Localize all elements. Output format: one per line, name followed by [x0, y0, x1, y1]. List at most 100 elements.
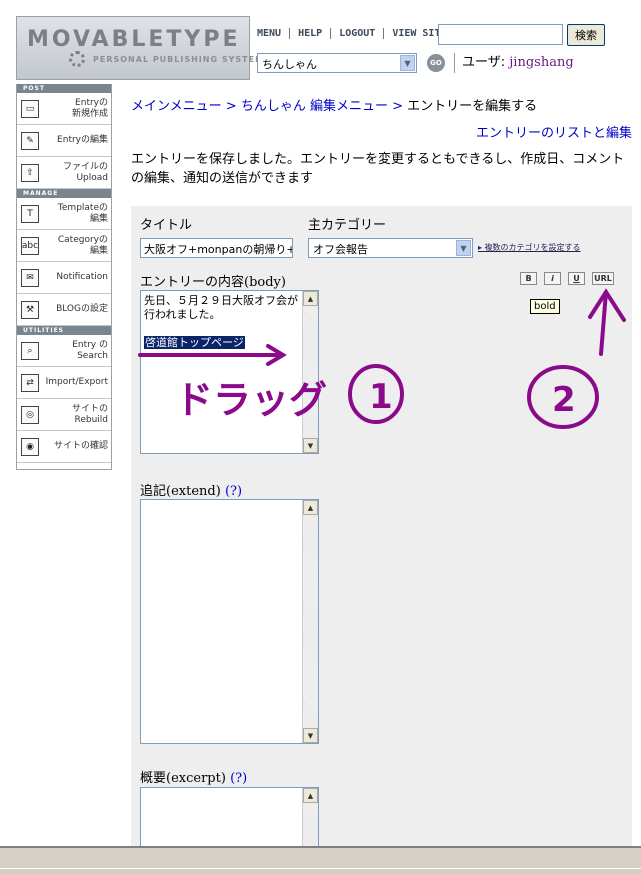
scroll-down-icon[interactable]: ▼	[303, 728, 318, 743]
sidebar-item-blog-settings[interactable]: ⚒ BLOGの設定	[17, 294, 111, 326]
excerpt-help-link[interactable]: (?)	[230, 771, 247, 786]
underline-button[interactable]: U	[568, 272, 585, 285]
upload-icon: ⇧	[21, 163, 39, 182]
sidebar-item-label: Notification	[56, 272, 108, 282]
url-button[interactable]: URL	[592, 272, 614, 285]
category-select[interactable]: オフ会報告 ▼	[308, 238, 473, 258]
breadcrumb-current: エントリーを編集する	[407, 99, 538, 114]
excerpt-label: 概要(excerpt) (?)	[140, 767, 247, 786]
sidebar-item-upload[interactable]: ⇧ ファイルの Upload	[17, 157, 111, 189]
sidebar-item-import-export[interactable]: ⇄ Import/Export	[17, 367, 111, 399]
logo-text: MOVABLETYPE	[27, 27, 241, 52]
excerpt-textarea[interactable]: ▲	[140, 787, 319, 851]
nav-menu[interactable]: MENU	[257, 27, 291, 39]
edit-panel: タイトル 大阪オフ+monpanの朝帰り+ 主カテゴリー オフ会報告 ▼ ▸ 複…	[131, 206, 632, 851]
extended-help-link[interactable]: (?)	[225, 484, 242, 499]
breadcrumb-separator: >	[392, 99, 403, 114]
nav-help[interactable]: HELP	[290, 27, 332, 39]
sidebar-item-view-site[interactable]: ◉ サイトの確認	[17, 431, 111, 463]
bold-tooltip: bold	[530, 299, 560, 314]
body-scrollbar[interactable]: ▲ ▼	[302, 291, 318, 453]
mail-icon: ✉	[21, 268, 39, 287]
user-label: ユーザ:	[462, 55, 506, 70]
breadcrumb-separator: >	[225, 99, 237, 114]
logo-tagline: PERSONAL PUBLISHING SYSTEM	[93, 55, 265, 64]
body-selection-line: 啓道館トップページ	[144, 336, 300, 350]
excerpt-scrollbar[interactable]: ▲	[302, 788, 318, 851]
italic-button[interactable]: i	[544, 272, 561, 285]
new-entry-icon: ▭	[21, 99, 39, 118]
breadcrumb: メインメニュー > ちんしゃん 編集メニュー > エントリーを編集する	[131, 95, 537, 114]
chevron-down-icon[interactable]: ▼	[456, 240, 471, 256]
user-info: ユーザ: jingshang	[454, 53, 574, 73]
bold-button[interactable]: B	[520, 272, 537, 285]
sidebar-item-label: サイトの確認	[53, 441, 108, 451]
scroll-up-icon[interactable]: ▲	[303, 788, 318, 803]
user-name[interactable]: jingshang	[509, 55, 573, 70]
view-site-icon: ◉	[21, 437, 39, 456]
status-bar	[0, 846, 641, 874]
movabletype-logo: MOVABLETYPE PERSONAL PUBLISHING SYSTEM	[16, 16, 263, 80]
scroll-down-icon[interactable]: ▼	[303, 438, 318, 453]
search-button[interactable]: 検索	[567, 24, 605, 46]
top-navigation: MENU HELP LOGOUT VIEW SITE	[257, 25, 455, 41]
sidebar: POST ▭ Entryの 新規作成 ✎ Entryの編集 ⇧ ファイルの Up…	[16, 84, 112, 470]
sidebar-item-rebuild[interactable]: ◎ サイトの Rebuild	[17, 399, 111, 431]
search-icon: ⌕	[21, 341, 39, 360]
body-paragraph: 先日、５月２９日大阪オフ会が行われました。	[144, 294, 298, 321]
scroll-up-icon[interactable]: ▲	[303, 291, 318, 306]
scroll-up-icon[interactable]: ▲	[303, 500, 318, 515]
sidebar-item-label: サイトの Rebuild	[71, 403, 108, 425]
body-selected-text: 啓道館トップページ	[144, 336, 245, 349]
gear-icon	[69, 51, 85, 67]
breadcrumb-main-menu[interactable]: メインメニュー	[131, 99, 222, 114]
sidebar-item-label: Entryの 新規作成	[71, 97, 108, 119]
sidebar-item-template[interactable]: T Templateの 編集	[17, 198, 111, 230]
body-textarea[interactable]: 先日、５月２９日大阪オフ会が行われました。 啓道館トップページ ▲ ▼	[140, 290, 319, 454]
breadcrumb-blog-menu[interactable]: ちんしゃん 編集メニュー	[241, 99, 388, 114]
category-label: 主カテゴリー	[308, 218, 387, 233]
extended-label: 追記(extend) (?)	[140, 480, 242, 499]
sidebar-item-search[interactable]: ⌕ Entry の Search	[17, 335, 111, 367]
multi-category-link-label: 複数のカテゴリを設定する	[484, 243, 581, 252]
entry-list-link[interactable]: エントリーのリストと編集	[476, 122, 632, 141]
sidebar-item-new-entry[interactable]: ▭ Entryの 新規作成	[17, 93, 111, 125]
category-icon: abc	[21, 236, 39, 255]
excerpt-label-en: (excerpt)	[166, 771, 226, 786]
excerpt-label-ja: 概要	[140, 771, 167, 786]
category-select-value: オフ会報告	[313, 243, 368, 256]
sidebar-item-label: Import/Export	[45, 377, 108, 387]
search-input[interactable]	[438, 24, 563, 45]
blog-select[interactable]: ちんしゃん ▼	[257, 53, 417, 73]
sidebar-item-label: Entryの編集	[57, 135, 108, 145]
multi-category-link[interactable]: ▸ 複数のカテゴリを設定する	[478, 242, 581, 253]
sidebar-section-post: POST	[17, 84, 111, 93]
extended-label-en: (extend)	[166, 484, 221, 499]
sidebar-item-notification[interactable]: ✉ Notification	[17, 262, 111, 294]
sidebar-item-edit-entry[interactable]: ✎ Entryの編集	[17, 125, 111, 157]
extended-textarea[interactable]: ▲ ▼	[140, 499, 319, 744]
sidebar-item-label: Categoryの 編集	[57, 234, 108, 256]
go-button[interactable]: GO	[427, 54, 445, 72]
chevron-down-icon[interactable]: ▼	[400, 55, 415, 71]
title-input[interactable]: 大阪オフ+monpanの朝帰り+	[140, 238, 293, 258]
import-export-icon: ⇄	[21, 373, 39, 392]
body-label-ja: エントリーの内容	[140, 275, 245, 290]
nav-logout[interactable]: LOGOUT	[331, 27, 385, 39]
blog-select-value: ちんしゃん	[262, 58, 317, 71]
sidebar-section-manage: MANAGE	[17, 189, 111, 198]
body-text: 先日、５月２９日大阪オフ会が行われました。 啓道館トップページ	[144, 294, 300, 350]
status-message: エントリーを保存しました。エントリーを変更するともできるし、作成日、コメントの編…	[131, 152, 625, 186]
edit-entry-icon: ✎	[21, 131, 39, 150]
template-icon: T	[21, 204, 39, 223]
sidebar-item-label: BLOGの設定	[56, 304, 108, 314]
sidebar-item-label: Entry の Search	[72, 339, 108, 361]
extended-scrollbar[interactable]: ▲ ▼	[302, 500, 318, 743]
rebuild-icon: ◎	[21, 405, 39, 424]
format-toolbar: B i U URL	[520, 272, 614, 285]
sidebar-section-utilities: UTILITIES	[17, 326, 111, 335]
tools-icon: ⚒	[21, 300, 39, 319]
sidebar-item-category[interactable]: abc Categoryの 編集	[17, 230, 111, 262]
title-label: タイトル	[140, 218, 193, 233]
sidebar-item-label: Templateの 編集	[57, 202, 108, 224]
